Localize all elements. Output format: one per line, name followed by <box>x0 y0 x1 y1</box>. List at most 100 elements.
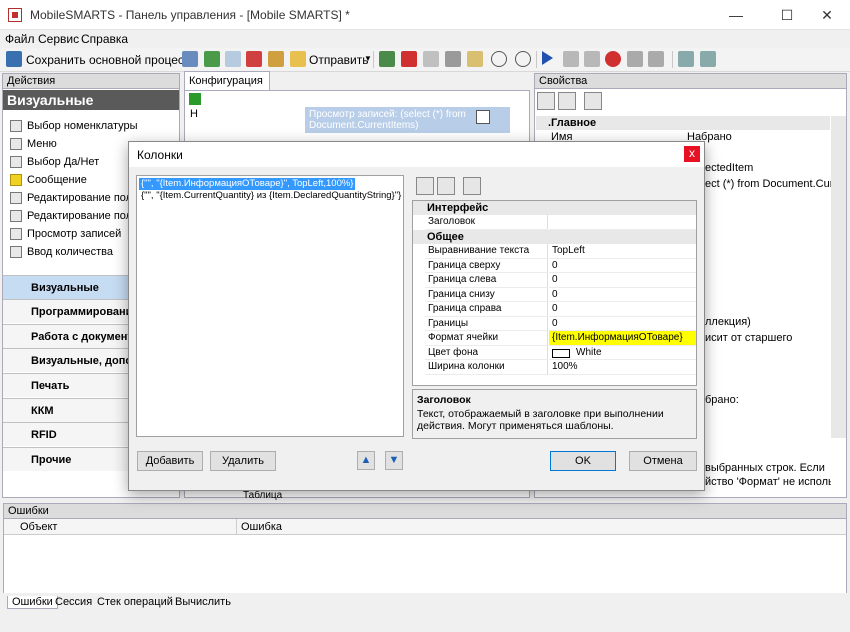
step-icon[interactable] <box>627 51 643 67</box>
paste-icon[interactable] <box>467 51 483 67</box>
table-icon <box>476 110 490 124</box>
toolbar-separator <box>373 51 374 68</box>
edit-icon <box>10 192 22 205</box>
grid-row[interactable]: Граница снизу 0 <box>413 287 696 302</box>
list-item[interactable]: {"", "{Item.CurrentQuantity} из {Item.De… <box>139 190 403 202</box>
grid-row[interactable]: Граница справа 0 <box>413 302 696 317</box>
minimize-button[interactable]: — <box>713 0 759 30</box>
play-icon[interactable] <box>542 51 553 65</box>
tool-item[interactable]: Редактирование поле <box>10 207 138 225</box>
cell-format-value[interactable]: {Item.ИнформацияОТоваре} <box>549 331 696 346</box>
properties-scrollbar[interactable] <box>831 116 846 438</box>
tool-item[interactable]: Выбор номенклатуры <box>10 117 138 135</box>
grid-row[interactable]: Формат ячейки {Item.ИнформацияОТоваре} <box>413 331 696 346</box>
table-node[interactable]: Таблица <box>243 490 282 501</box>
actions-panel-title: Действия <box>2 73 180 89</box>
menu-bar: Файл Сервис Справка <box>0 30 850 48</box>
grid-row-header[interactable]: Заголовок <box>413 215 696 230</box>
remove-column-button[interactable]: Удалить <box>210 451 276 471</box>
properties-category: .Главное <box>536 116 830 130</box>
description-text: Текст, отображаемый в заголовке при выпо… <box>417 408 664 432</box>
col-object[interactable]: Объект <box>20 521 57 533</box>
barcode-icon <box>10 120 22 133</box>
scissors-icon[interactable] <box>445 51 461 67</box>
save-all-icon[interactable] <box>182 51 198 67</box>
errors-header: Объект Ошибка <box>4 519 846 535</box>
menu-icon <box>10 138 22 151</box>
cut-x-icon[interactable] <box>401 51 417 67</box>
pause-icon[interactable] <box>563 51 579 67</box>
bottom-tabs: Ошибки Сессия Стек операций Вычислить <box>3 593 847 613</box>
toolbar: Сохранить основной процесс Отправить ▼ <box>0 48 850 72</box>
copy-icon[interactable] <box>423 51 439 67</box>
outdent-icon[interactable] <box>700 51 716 67</box>
tool-item[interactable]: Выбор Да/Нет <box>10 153 99 171</box>
columns-list[interactable]: {"", "{Item.ИнформацияОТоваре}", TopLeft… <box>136 175 404 437</box>
spellcheck-icon[interactable] <box>379 51 395 67</box>
color-swatch <box>552 348 570 358</box>
grid-row[interactable]: Ширина колонки 100% <box>413 360 696 375</box>
quantity-icon <box>10 246 22 259</box>
step-over-icon[interactable] <box>648 51 664 67</box>
tab-session[interactable]: Сессия <box>51 596 96 608</box>
errors-title: Ошибки <box>3 503 847 519</box>
tool-item[interactable]: Ввод количества <box>10 243 113 261</box>
grid-category-general[interactable]: Общее <box>413 230 696 244</box>
grid-row[interactable]: Границы 0 <box>413 316 696 331</box>
save-process-button[interactable]: Сохранить основной процесс <box>26 53 190 67</box>
move-up-icon[interactable]: ▲ <box>357 451 375 470</box>
menu-file[interactable]: Файл <box>5 32 35 46</box>
cancel-button[interactable]: Отмена <box>629 451 697 471</box>
dialog-close-button[interactable]: x <box>684 146 700 162</box>
tool-item[interactable]: Меню <box>10 135 57 153</box>
forward-icon[interactable] <box>515 51 531 67</box>
grid-row[interactable]: Граница слева 0 <box>413 273 696 288</box>
indent-icon[interactable] <box>678 51 694 67</box>
start-node-icon[interactable] <box>189 93 201 105</box>
table-icon <box>10 228 22 241</box>
grid-row[interactable]: Выравнивание текста TopLeft <box>413 244 696 259</box>
menu-help[interactable]: Справка <box>81 32 128 46</box>
move-down-icon[interactable]: ▼ <box>385 451 403 470</box>
alphabetical-icon[interactable] <box>558 92 576 110</box>
delete-icon[interactable] <box>246 51 262 67</box>
grid-category-interface[interactable]: Интерфейс <box>413 201 696 215</box>
tool-item[interactable]: Просмотр записей <box>10 225 121 243</box>
bg-color-value[interactable]: White <box>549 346 696 360</box>
grid-row[interactable]: Граница сверху 0 <box>413 258 696 273</box>
refresh-icon[interactable] <box>204 51 220 67</box>
property-description: Заголовок Текст, отображаемый в заголовк… <box>412 389 697 439</box>
tab-call-stack[interactable]: Стек операций <box>93 596 177 608</box>
close-window-button[interactable]: ✕ <box>804 0 850 30</box>
stop-icon[interactable] <box>584 51 600 67</box>
back-icon[interactable] <box>491 51 507 67</box>
tab-evaluate[interactable]: Вычислить <box>171 596 235 608</box>
add-column-button[interactable]: Добавить <box>137 451 203 471</box>
find-icon[interactable] <box>268 51 284 67</box>
tool-item[interactable]: Сообщение <box>10 171 87 189</box>
description-title: Заголовок <box>417 394 471 406</box>
property-pages-icon[interactable] <box>584 92 602 110</box>
alphabetical-icon[interactable] <box>437 177 455 195</box>
ok-button[interactable]: OK <box>550 451 616 471</box>
dialog-title-bar: Колонки x <box>129 142 704 167</box>
mail-icon <box>290 51 306 67</box>
undo-icon[interactable] <box>225 51 241 67</box>
tab-configuration[interactable]: Конфигурация * <box>184 71 270 105</box>
title-bar: MobileSMARTS - Панель управления - [Mobi… <box>0 0 850 30</box>
send-dropdown-icon[interactable]: ▼ <box>364 54 372 63</box>
categorized-icon[interactable] <box>416 177 434 195</box>
record-icon[interactable] <box>605 51 621 67</box>
menu-service[interactable]: Сервис <box>38 32 79 46</box>
categorized-icon[interactable] <box>537 92 555 110</box>
tool-item[interactable]: Редактирование поля <box>10 189 138 207</box>
yes-no-icon <box>10 156 22 169</box>
col-error[interactable]: Ошибка <box>241 521 282 533</box>
properties-title: Свойства <box>534 73 847 89</box>
grid-row[interactable]: Цвет фона White <box>413 345 696 360</box>
property-pages-icon[interactable] <box>463 177 481 195</box>
edit-icon <box>10 210 22 223</box>
list-item[interactable]: {"", "{Item.ИнформацияОТоваре}", TopLeft… <box>139 178 356 190</box>
column-divider <box>236 519 237 535</box>
send-button[interactable]: Отправить <box>309 53 369 67</box>
